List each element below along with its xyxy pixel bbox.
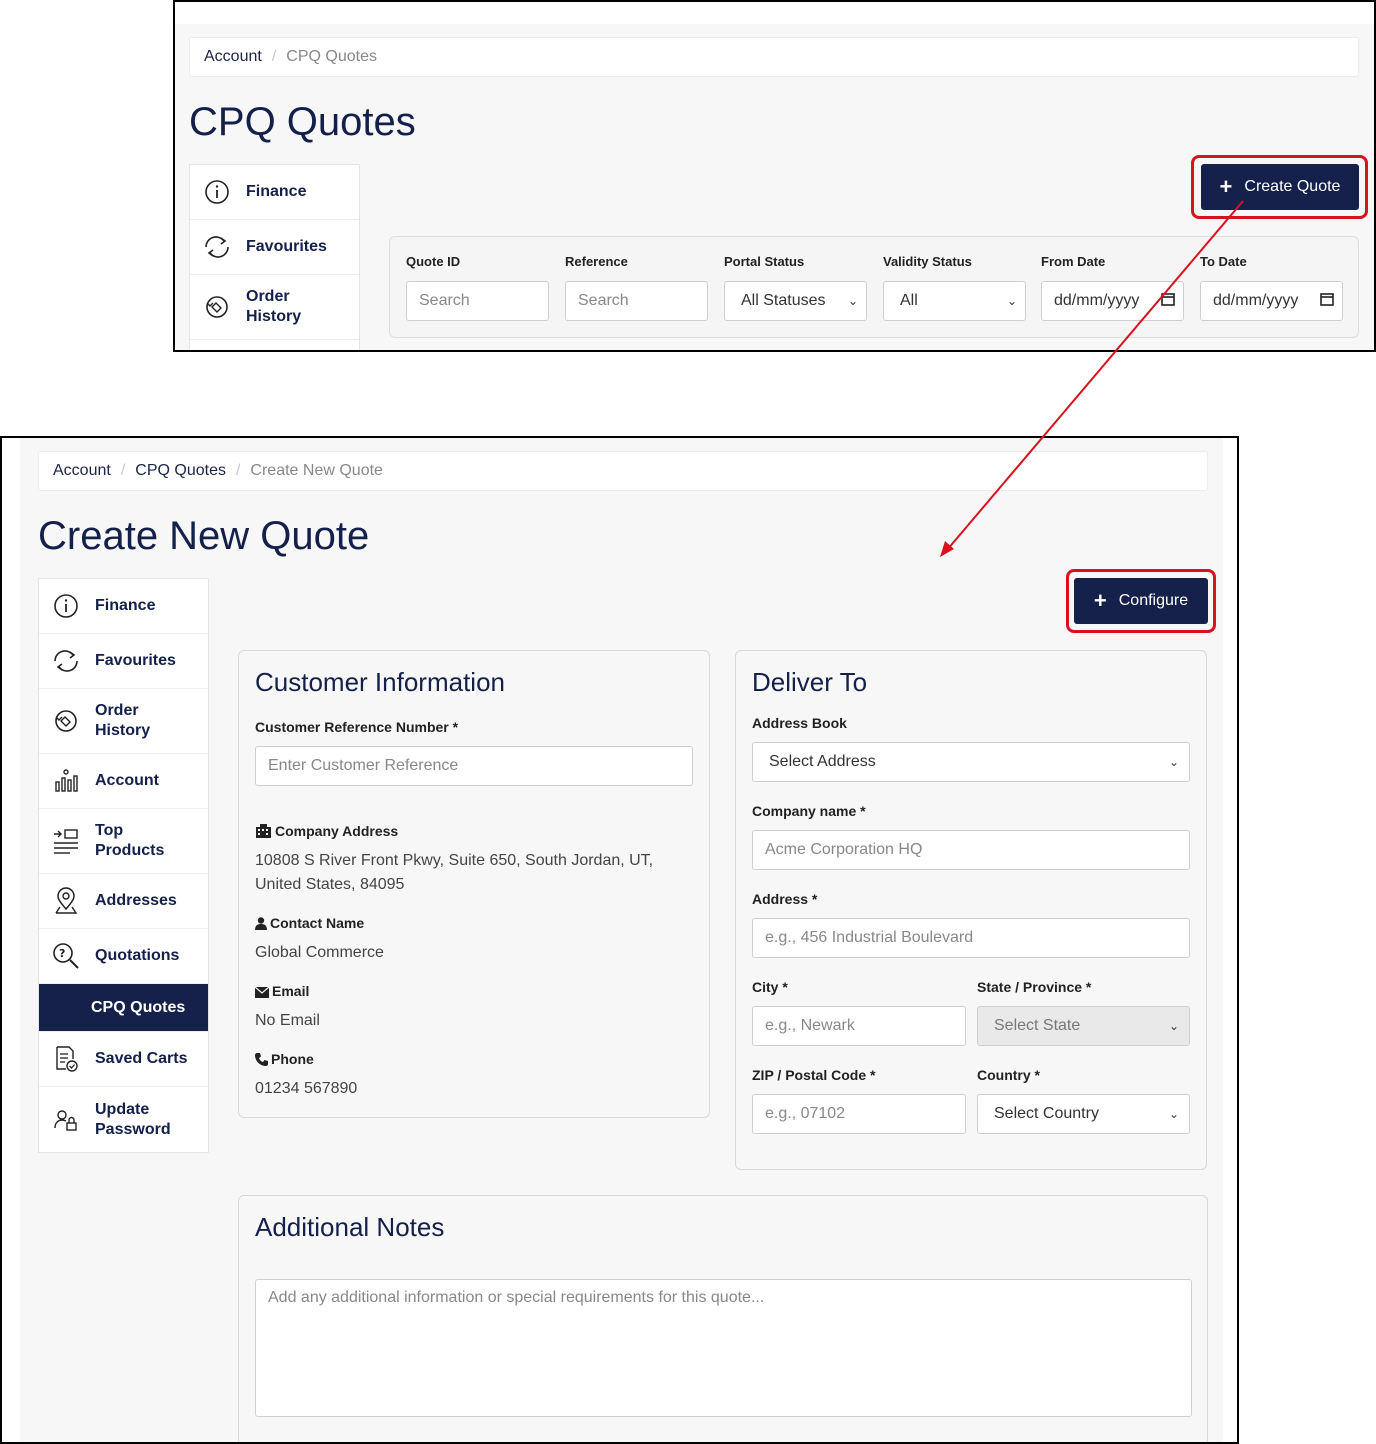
- annotation-arrow: [940, 200, 1244, 557]
